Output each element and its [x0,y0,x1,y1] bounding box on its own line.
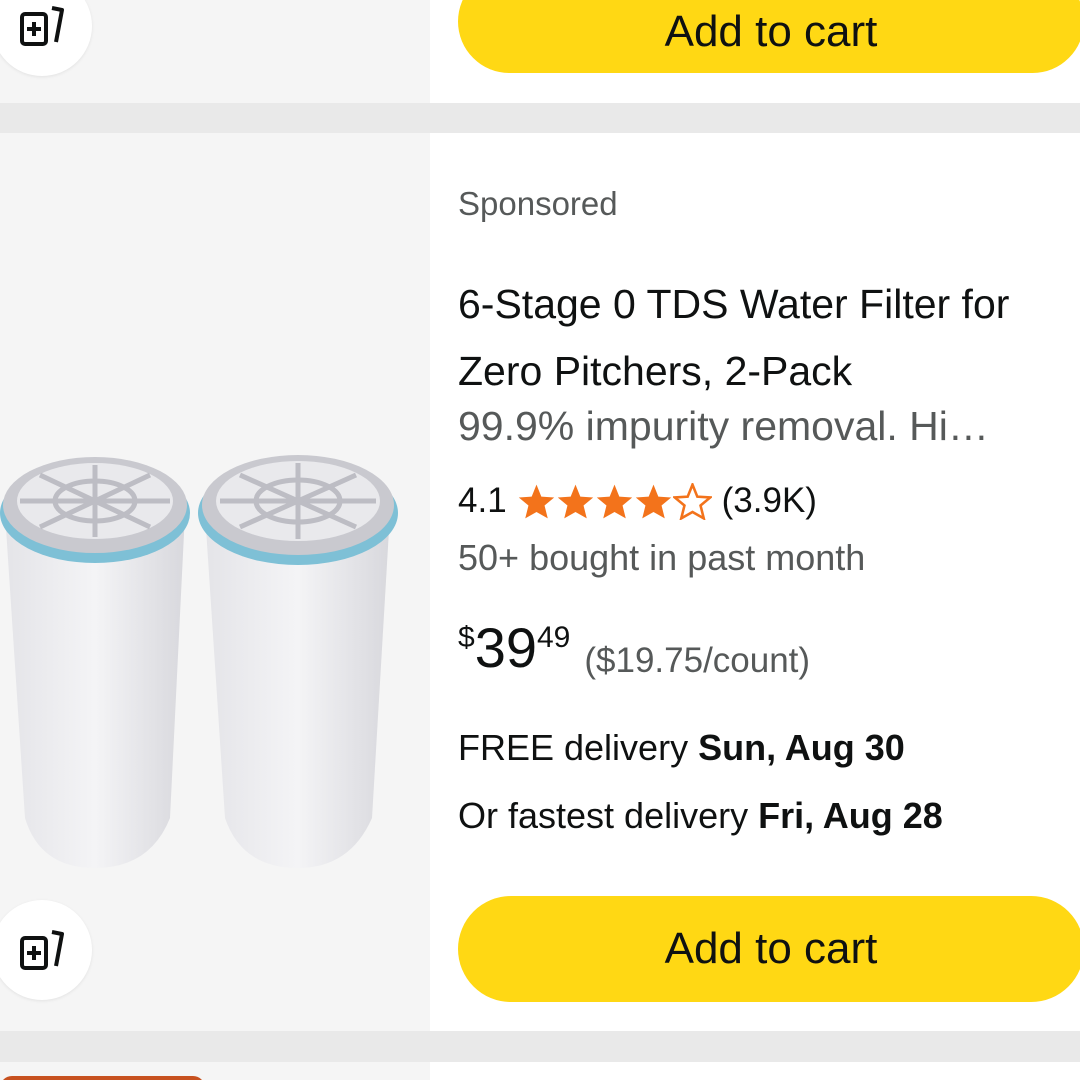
price-fraction: 49 [536,621,571,654]
rating-count: (3.9K) [721,481,817,520]
add-to-compare-icon [20,930,64,970]
star-filled-icon [596,484,632,518]
product-description[interactable]: 99.9% impurity removal. Hi… [458,403,1080,450]
free-delivery-date: Sun, Aug 30 [698,727,905,768]
price-symbol: $ [458,621,475,654]
add-to-compare-icon [20,6,64,46]
product-image-area[interactable] [0,133,430,1031]
bought-in-past-month: 50+ bought in past month [458,537,866,578]
rating-value: 4.1 [458,481,507,520]
free-delivery: FREE delivery Sun, Aug 30 [458,727,905,769]
fastest-delivery-date: Fri, Aug 28 [758,795,943,836]
next-product-badge [0,1076,205,1080]
rating-row[interactable]: 4.1 (3.9K) [458,481,817,521]
star-filled-icon [635,484,671,518]
fastest-delivery-prefix: Or fastest delivery [458,795,759,836]
product-title[interactable]: 6-Stage 0 TDS Water Filter for Zero Pitc… [458,271,1068,405]
fastest-delivery: Or fastest delivery Fri, Aug 28 [458,795,943,837]
previous-product-card: Add to cart [0,0,1080,103]
previous-add-to-cart-button[interactable]: Add to cart [458,0,1080,73]
price-whole: 39 [474,616,537,679]
star-filled-icon [557,484,593,518]
search-results-feed: Add to cart Sponsored 6-Stage 0 TDS Wate… [0,0,1080,1080]
next-product-card [0,1062,1080,1080]
unit-price: ($19.75/count) [584,641,811,680]
star-rating [517,482,712,520]
product-image[interactable] [0,413,430,883]
price: $ 39 49 ($19.75/count) [458,611,810,685]
star-filled-icon [518,484,554,518]
free-delivery-prefix: FREE delivery [458,727,699,768]
star-empty-icon [672,482,712,520]
add-to-cart-button[interactable]: Add to cart [458,896,1080,1002]
product-card[interactable]: Sponsored 6-Stage 0 TDS Water Filter for… [0,133,1080,1031]
sponsored-label[interactable]: Sponsored [458,185,618,223]
